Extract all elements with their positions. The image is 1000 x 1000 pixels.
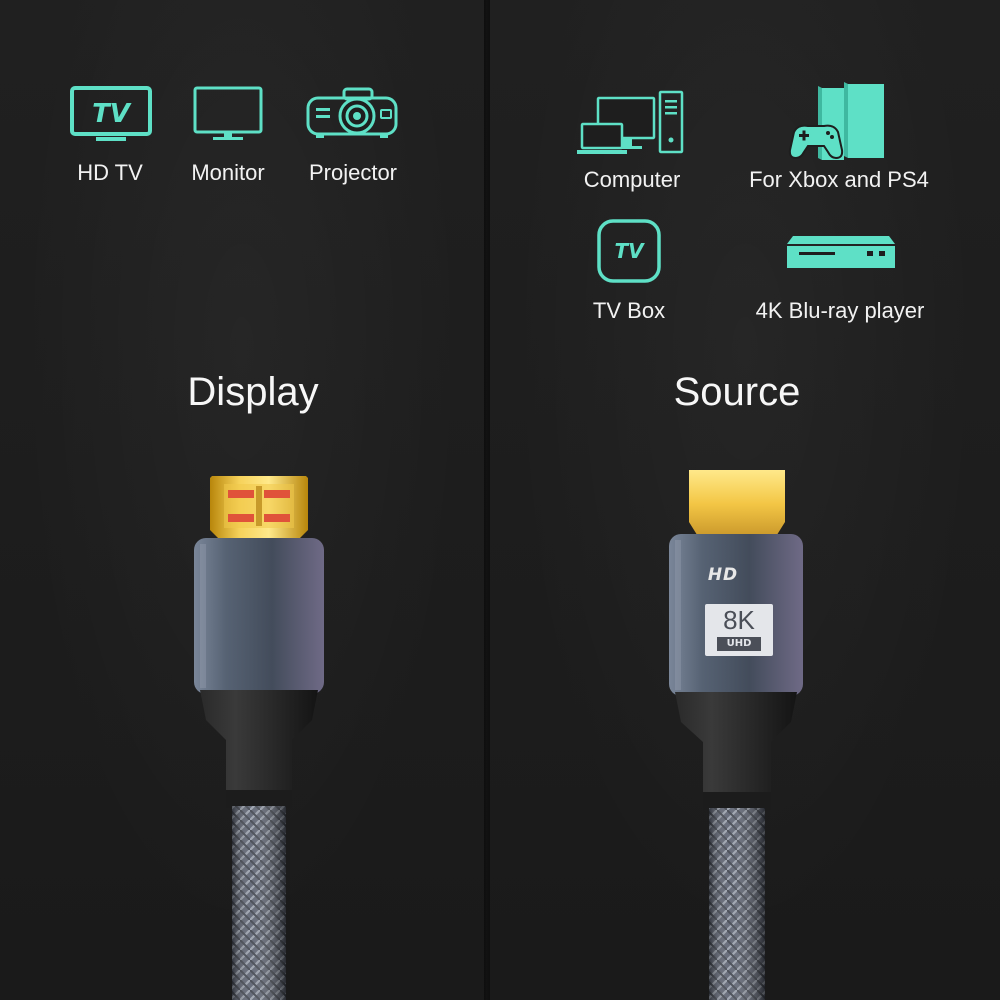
source-panel: Computer For Xbox and PS4 TV TV Box 4K B… (490, 0, 1000, 1000)
connector-brand-text: HD (707, 565, 739, 585)
display-device-label-hd-tv: HD TV (77, 160, 143, 185)
resolution-badge-main: 8K (723, 605, 755, 635)
hdmi-cable-display-end (160, 0, 360, 1000)
hdmi-cable-source-end (637, 0, 837, 1000)
tv-icon: TV (70, 86, 152, 142)
tv-icon-text: TV (92, 99, 132, 129)
resolution-badge: 8K UHD (705, 604, 773, 656)
display-panel: TV HD TV Monitor Projector Display (0, 0, 484, 1000)
resolution-badge-sub: UHD (717, 637, 761, 651)
